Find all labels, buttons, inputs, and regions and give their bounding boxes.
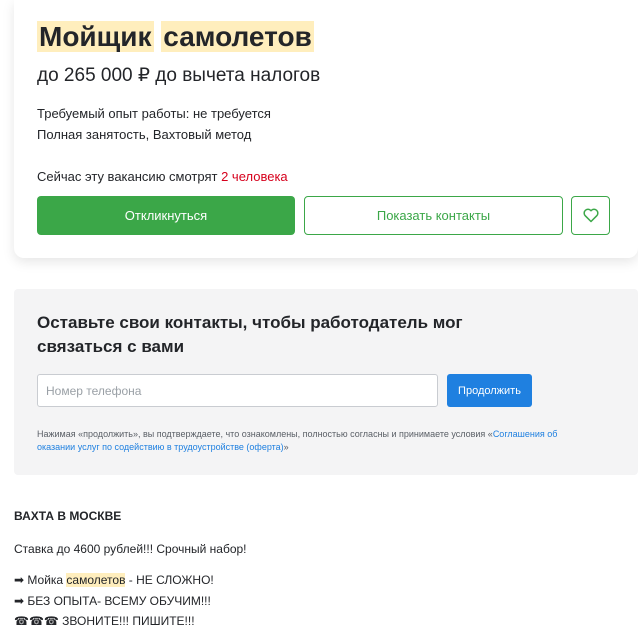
description-line: ➡ Мойка самолетов - НЕ СЛОЖНО! <box>14 572 214 588</box>
description-line: Ставка до 4600 рублей!!! Срочный набор! <box>14 542 247 556</box>
salary: до 265 000 ₽ до вычета налогов <box>37 65 321 86</box>
watching-prefix: Сейчас эту вакансию смотрят <box>37 169 218 184</box>
phone-input[interactable] <box>37 374 438 407</box>
line-prefix: ➡ Мойка <box>14 573 67 587</box>
employment-type: Полная занятость, Вахтовый метод <box>37 127 252 142</box>
watching-notice: Сейчас эту вакансию смотрят 2 человека <box>37 168 288 186</box>
description-line: ➡ БЕЗ ОПЫТА- ВСЕМУ ОБУЧИМ!!! <box>14 594 211 608</box>
show-contacts-button[interactable]: Показать контакты <box>304 196 563 235</box>
heart-icon <box>582 208 599 223</box>
experience-requirement: Требуемый опыт работы: не требуется <box>37 106 271 121</box>
respond-button[interactable]: Откликнуться <box>37 196 295 235</box>
vacancy-card: Мойщик самолетов до 265 000 ₽ до вычета … <box>14 0 638 258</box>
contact-form-block: Оставьте свои контакты, чтобы работодате… <box>14 289 638 475</box>
vacancy-title: Мойщик самолетов <box>37 20 314 54</box>
continue-button[interactable]: Продолжить <box>447 374 532 407</box>
consent-text: Нажимая «продолжить», вы подтверждаете, … <box>37 428 597 454</box>
description-line: ☎☎☎ ЗВОНИТЕ!!! ПИШИТЕ!!! <box>14 614 195 628</box>
line-suffix: - НЕ СЛОЖНО! <box>125 573 214 587</box>
contact-form-heading: Оставьте свои контакты, чтобы работодате… <box>37 313 463 356</box>
consent-end: » <box>283 442 289 452</box>
title-word-highlight: самолетов <box>161 21 314 52</box>
title-word-highlight: Мойщик <box>37 21 154 52</box>
consent-prefix: Нажимая «продолжить», вы подтверждаете, … <box>37 429 493 439</box>
watching-count: 2 человека <box>221 169 288 184</box>
keyword-highlight: самолетов <box>66 573 126 587</box>
favorite-button[interactable] <box>571 196 610 235</box>
description-heading: ВАХТА В МОСКВЕ <box>14 509 122 523</box>
